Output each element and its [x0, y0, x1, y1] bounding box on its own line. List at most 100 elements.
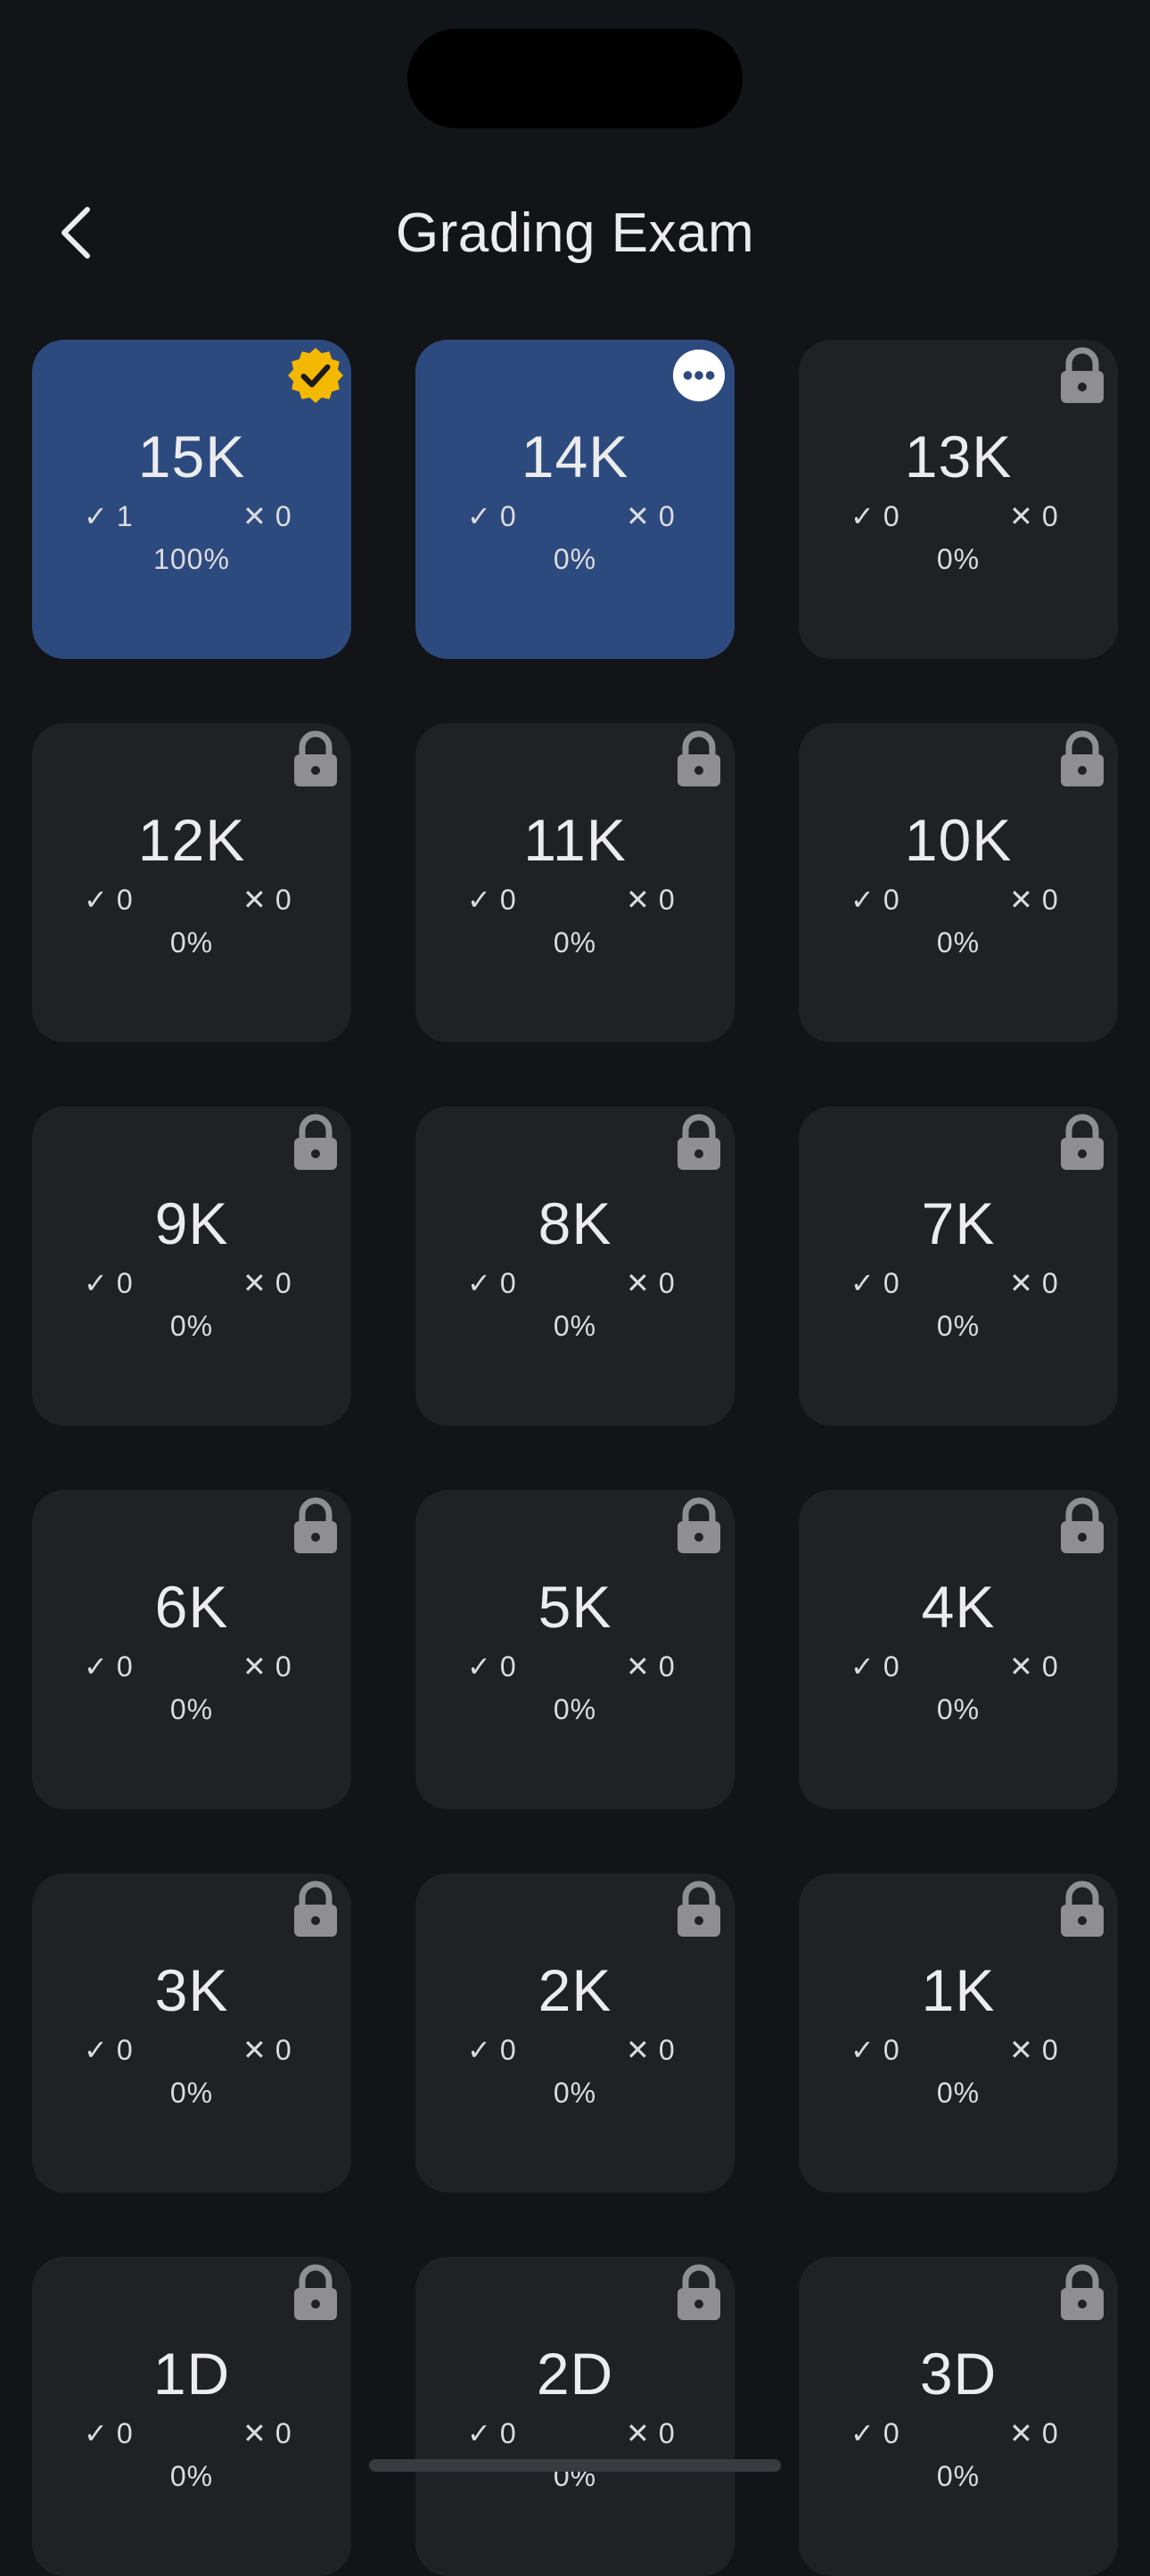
- checkmark-icon: ✓: [84, 500, 108, 532]
- lock-icon: [663, 723, 735, 794]
- checkmark-icon: ✓: [467, 2417, 491, 2449]
- level-card-14k[interactable]: 14K ✓ 0 ✕ 0 0%: [415, 340, 735, 659]
- cross-icon: ✕: [626, 500, 650, 532]
- level-card-4k[interactable]: 4K ✓ 0 ✕ 0 0%: [799, 1490, 1118, 1809]
- level-label: 12K: [137, 807, 246, 873]
- correct-count: ✓ 0: [850, 1265, 899, 1301]
- level-stats: ✓ 0 ✕ 0: [799, 1265, 1118, 1301]
- level-percent: 0%: [169, 2460, 214, 2492]
- verified-badge-icon: [280, 340, 351, 411]
- lock-icon: [663, 1490, 735, 1561]
- level-stats: ✓ 0 ✕ 0: [32, 882, 351, 918]
- level-stats: ✓ 0 ✕ 0: [415, 882, 735, 918]
- level-card-15k[interactable]: 15K ✓ 1 ✕ 0 100%: [32, 340, 351, 659]
- wrong-count: ✕ 0: [1009, 498, 1058, 534]
- lock-icon: [1047, 1107, 1118, 1178]
- level-card-3d[interactable]: 3D ✓ 0 ✕ 0 0%: [799, 2257, 1118, 2576]
- checkmark-icon: ✓: [467, 884, 491, 916]
- level-label: 9K: [154, 1190, 229, 1256]
- level-card-3k[interactable]: 3K ✓ 0 ✕ 0 0%: [32, 1873, 351, 2193]
- cross-icon: ✕: [1009, 2034, 1033, 2066]
- level-percent: 100%: [153, 543, 230, 575]
- checkmark-icon: ✓: [467, 1650, 491, 1683]
- lock-icon: [1047, 1490, 1118, 1561]
- level-label: 10K: [904, 807, 1013, 873]
- level-percent: 0%: [169, 1310, 214, 1342]
- correct-count: ✓ 0: [467, 498, 516, 534]
- level-stats: ✓ 0 ✕ 0: [799, 882, 1118, 918]
- level-label: 7K: [921, 1190, 996, 1256]
- level-card-1d[interactable]: 1D ✓ 0 ✕ 0 0%: [32, 2257, 351, 2576]
- correct-value: 0: [883, 2034, 899, 2066]
- level-label: 3K: [154, 1957, 229, 2023]
- wrong-value: 0: [658, 884, 675, 916]
- wrong-count: ✕ 0: [626, 1649, 675, 1684]
- level-percent: 0%: [553, 1693, 597, 1725]
- lock-icon: [1047, 723, 1118, 794]
- level-card-12k[interactable]: 12K ✓ 0 ✕ 0 0%: [32, 723, 351, 1042]
- cross-icon: ✕: [242, 2034, 267, 2066]
- wrong-count: ✕ 0: [1009, 2416, 1058, 2451]
- level-label: 2D: [536, 2341, 614, 2407]
- wrong-value: 0: [658, 500, 675, 532]
- correct-count: ✓ 0: [84, 1265, 133, 1301]
- more-icon[interactable]: [663, 340, 735, 411]
- level-percent: 0%: [936, 926, 981, 959]
- level-card-11k[interactable]: 11K ✓ 0 ✕ 0 0%: [415, 723, 735, 1042]
- level-card-5k[interactable]: 5K ✓ 0 ✕ 0 0%: [415, 1490, 735, 1809]
- wrong-count: ✕ 0: [626, 1265, 675, 1301]
- level-card-1k[interactable]: 1K ✓ 0 ✕ 0 0%: [799, 1873, 1118, 2193]
- cross-icon: ✕: [1009, 884, 1033, 916]
- level-card-10k[interactable]: 10K ✓ 0 ✕ 0 0%: [799, 723, 1118, 1042]
- lock-icon: [280, 723, 351, 794]
- lock-icon: [1047, 1873, 1118, 1945]
- wrong-count: ✕ 0: [1009, 1265, 1058, 1301]
- dynamic-island: [407, 29, 743, 128]
- level-card-2k[interactable]: 2K ✓ 0 ✕ 0 0%: [415, 1873, 735, 2193]
- level-card-7k[interactable]: 7K ✓ 0 ✕ 0 0%: [799, 1107, 1118, 1426]
- correct-value: 0: [883, 884, 899, 916]
- level-card-6k[interactable]: 6K ✓ 0 ✕ 0 0%: [32, 1490, 351, 1809]
- level-stats: ✓ 0 ✕ 0: [799, 2416, 1118, 2451]
- level-label: 6K: [154, 1574, 229, 1640]
- cross-icon: ✕: [626, 2417, 650, 2449]
- checkmark-icon: ✓: [850, 1267, 875, 1299]
- checkmark-icon: ✓: [850, 2417, 875, 2449]
- level-stats: ✓ 1 ✕ 0: [32, 498, 351, 534]
- checkmark-icon: ✓: [84, 2417, 108, 2449]
- wrong-count: ✕ 0: [242, 1265, 292, 1301]
- correct-value: 0: [499, 500, 516, 532]
- level-label: 2K: [538, 1957, 612, 2023]
- level-card-13k[interactable]: 13K ✓ 0 ✕ 0 0%: [799, 340, 1118, 659]
- correct-value: 0: [116, 1267, 133, 1299]
- home-indicator[interactable]: [369, 2459, 781, 2472]
- correct-count: ✓ 0: [467, 1649, 516, 1684]
- correct-value: 0: [883, 500, 899, 532]
- level-label: 11K: [523, 807, 627, 873]
- checkmark-icon: ✓: [850, 2034, 875, 2066]
- correct-value: 1: [116, 500, 133, 532]
- lock-icon: [280, 1873, 351, 1945]
- wrong-count: ✕ 0: [1009, 882, 1058, 918]
- correct-count: ✓ 0: [467, 882, 516, 918]
- checkmark-icon: ✓: [850, 1650, 875, 1683]
- wrong-count: ✕ 0: [626, 882, 675, 918]
- wrong-value: 0: [275, 884, 292, 916]
- correct-count: ✓ 0: [467, 1265, 516, 1301]
- correct-value: 0: [499, 2034, 516, 2066]
- level-stats: ✓ 0 ✕ 0: [415, 2032, 735, 2068]
- level-card-8k[interactable]: 8K ✓ 0 ✕ 0 0%: [415, 1107, 735, 1426]
- level-stats: ✓ 0 ✕ 0: [799, 2032, 1118, 2068]
- level-percent: 0%: [553, 543, 597, 575]
- level-card-2d[interactable]: 2D ✓ 0 ✕ 0 0%: [415, 2257, 735, 2576]
- cross-icon: ✕: [1009, 2417, 1033, 2449]
- wrong-value: 0: [275, 1650, 292, 1683]
- wrong-value: 0: [658, 1267, 675, 1299]
- correct-value: 0: [883, 1650, 899, 1683]
- correct-count: ✓ 0: [84, 1649, 133, 1684]
- checkmark-icon: ✓: [467, 2034, 491, 2066]
- level-percent: 0%: [936, 543, 981, 575]
- wrong-value: 0: [1041, 1650, 1058, 1683]
- level-card-9k[interactable]: 9K ✓ 0 ✕ 0 0%: [32, 1107, 351, 1426]
- cross-icon: ✕: [626, 1267, 650, 1299]
